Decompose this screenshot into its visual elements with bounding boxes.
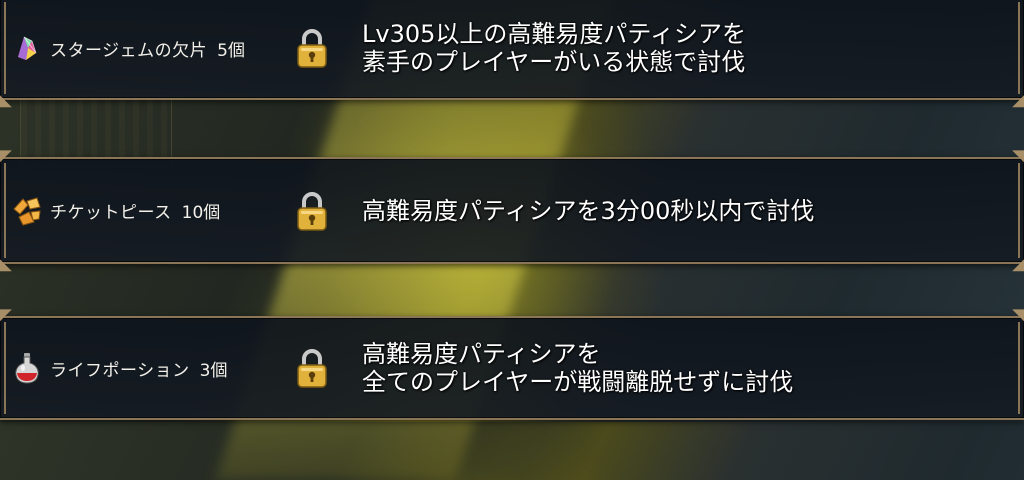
mission-condition: 高難易度パティシアを 全てのプレイヤーが戦闘離脱せずに討伐	[362, 340, 793, 396]
reward-name: スタージェムの欠片	[50, 40, 208, 61]
mission-condition: Lv305以上の高難易度パティシアを 素手のプレイヤーがいる状態で討伐	[362, 20, 746, 76]
frame-corner-ornament: ◤	[0, 146, 12, 167]
condition-line: 高難易度パティシアを3分00秒以内で討伐	[362, 196, 815, 225]
reward-name: チケットピース	[50, 203, 172, 223]
reward-quantity: 10個	[181, 203, 221, 223]
frame-corner-ornament: ◣	[0, 253, 12, 274]
lock-icon	[296, 348, 328, 388]
mission-row[interactable]: ◤ ◥ ◣ ◢ チケットピース 10個 高難易度パティシアを3分00秒以内で討伐	[0, 148, 1024, 273]
reward: ライフポーション 3個	[10, 351, 228, 385]
star-gem-fragment-icon	[10, 31, 44, 65]
reward-name: ライフポーション	[50, 360, 190, 381]
condition-line: 全てのプレイヤーが戦闘離脱せずに討伐	[362, 368, 794, 396]
lock-icon	[296, 28, 328, 68]
frame-corner-ornament: ◥	[1012, 146, 1024, 167]
mission-row[interactable]: ◤ ◥ ライフポーション 3個 高難易度パティシアを 全てのプレイヤーが戦闘離脱…	[0, 307, 1024, 420]
frame-corner-ornament: ◣	[0, 89, 12, 110]
reward: チケットピース 10個	[10, 194, 220, 228]
ticket-piece-icon	[10, 194, 44, 228]
reward-quantity: 3個	[199, 360, 228, 381]
lock-icon	[296, 191, 328, 231]
frame-corner-ornament: ◥	[1012, 305, 1024, 326]
condition-line: 高難易度パティシアを	[362, 340, 601, 368]
mission-condition: 高難易度パティシアを3分00秒以内で討伐	[362, 197, 814, 225]
reward-quantity: 5個	[217, 40, 245, 61]
reward: スタージェムの欠片 5個	[10, 31, 245, 65]
frame-corner-ornament: ◤	[0, 305, 12, 326]
life-potion-icon	[10, 351, 44, 385]
condition-line: Lv305以上の高難易度パティシアを	[362, 20, 746, 48]
frame-corner-ornament: ◢	[1012, 253, 1024, 274]
condition-line: 素手のプレイヤーがいる状態で討伐	[362, 48, 746, 76]
mission-row[interactable]: ◣ ◢ スタージェムの欠片 5個 Lv305以上の高難易度パティシアを 素手のプ…	[0, 0, 1024, 109]
frame-corner-ornament: ◢	[1012, 89, 1024, 110]
